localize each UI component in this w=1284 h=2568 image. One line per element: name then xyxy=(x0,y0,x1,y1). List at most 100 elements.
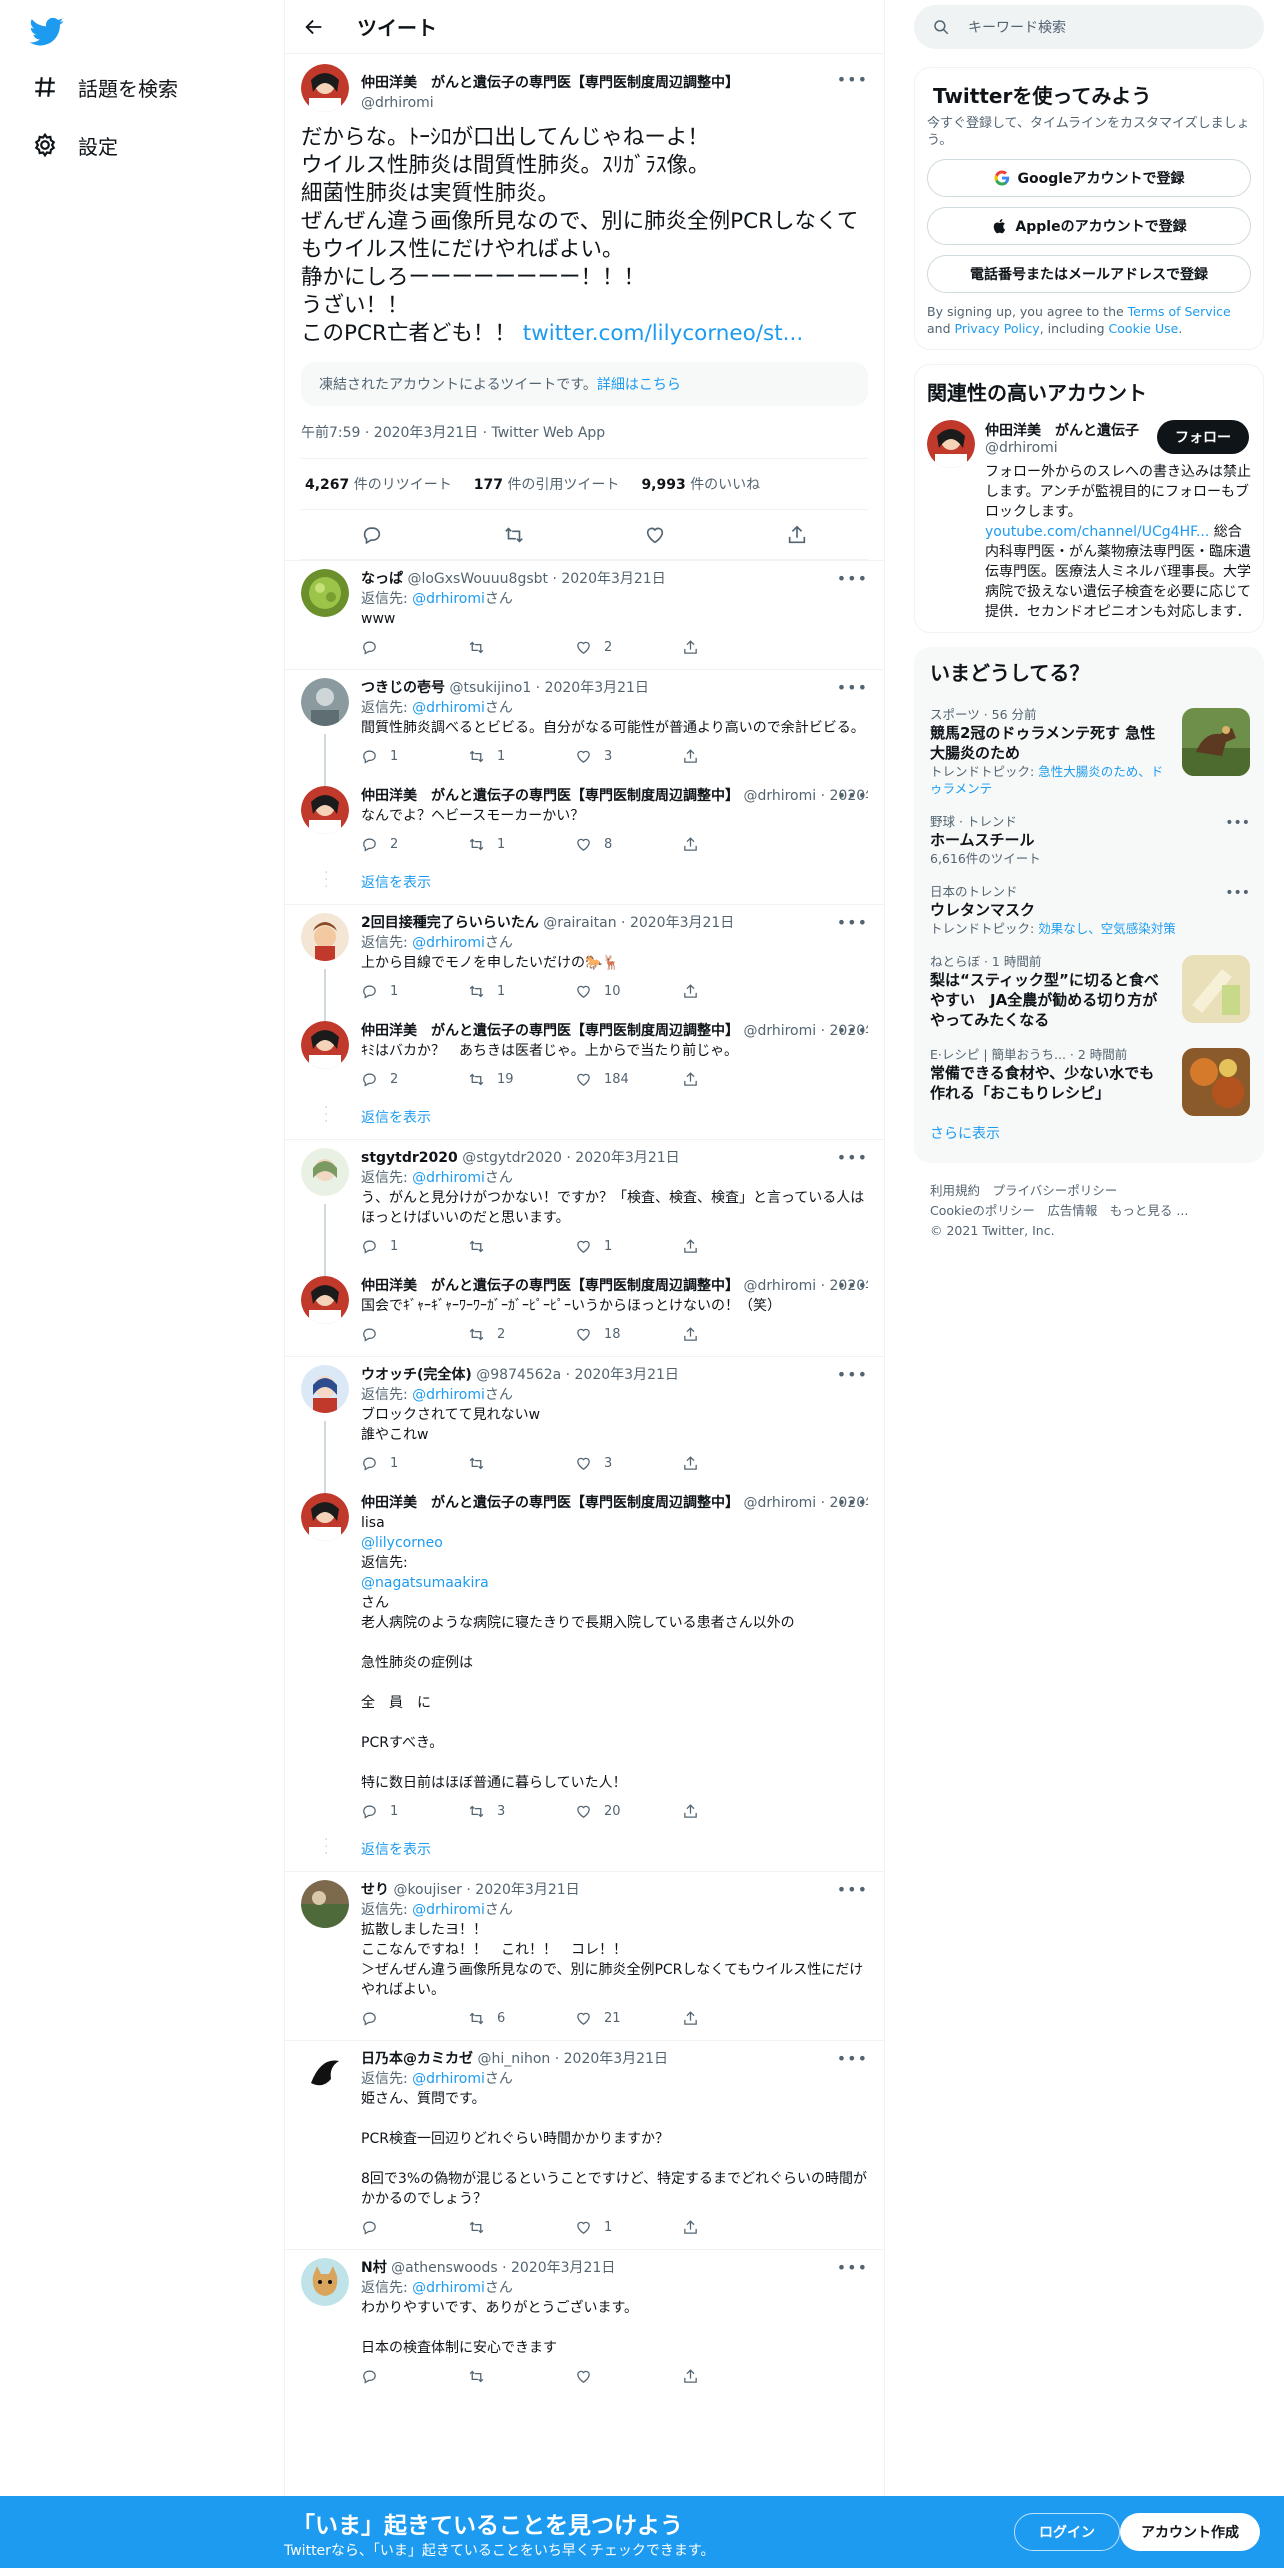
mention-link[interactable]: @drhiromi xyxy=(412,1170,485,1186)
avatar[interactable] xyxy=(301,786,349,834)
like-button[interactable]: 8 xyxy=(575,836,682,853)
tweet-header[interactable]: 仲田洋美 がんと遺伝子の専門医【専門医制度周辺調整中】 @drhiromi · … xyxy=(361,1493,868,1513)
more-icon[interactable]: ••• xyxy=(837,70,868,89)
show-replies-link[interactable]: · · · 返信を表示 xyxy=(285,1101,884,1139)
avatar[interactable] xyxy=(301,1276,349,1324)
more-icon[interactable]: ••• xyxy=(837,786,868,805)
reply-button[interactable] xyxy=(361,1326,468,1343)
tweet-header[interactable]: ウオッチ(完全体) @9874562a · 2020年3月21日 xyxy=(361,1365,868,1385)
share-button[interactable] xyxy=(682,836,789,853)
author-meta[interactable]: @rairaitan · 2020年3月21日 xyxy=(543,915,734,931)
like-button[interactable]: 3 xyxy=(575,748,682,765)
like-button[interactable]: 1 xyxy=(575,1238,682,1255)
mention-link[interactable]: @drhiromi xyxy=(412,2071,485,2087)
retweet-button[interactable]: 2 xyxy=(468,1326,575,1343)
reply-button[interactable]: 1 xyxy=(361,1238,468,1255)
trend-item[interactable]: ねとらぼ · 1 時間前 梨は“スティック型”に切ると食べやすい JA全農が勧める… xyxy=(914,945,1264,1038)
avatar[interactable] xyxy=(301,2049,349,2097)
reply-button[interactable]: 1 xyxy=(361,983,468,1000)
avatar[interactable] xyxy=(301,64,349,112)
more-icon[interactable]: ••• xyxy=(1225,815,1250,831)
reply-tweet[interactable]: ••• せり @koujiser · 2020年3月21日 返信先: @drhiro… xyxy=(285,1871,884,2040)
mention-link[interactable]: @nagatsumaakira xyxy=(361,1575,489,1591)
reply-button[interactable] xyxy=(361,2010,468,2027)
share-button[interactable] xyxy=(682,1326,789,1343)
nav-settings[interactable]: 設定 xyxy=(32,125,118,165)
focal-author-name[interactable]: 仲田洋美 がんと遺伝子の専門医【専門医制度周辺調整中】 xyxy=(361,72,739,92)
tweet-header[interactable]: せり @koujiser · 2020年3月21日 xyxy=(361,1880,868,1900)
author-meta[interactable]: @koujiser · 2020年3月21日 xyxy=(393,1882,579,1898)
related-bio-link[interactable]: youtube.com/channel/UCg4HF... xyxy=(985,524,1209,540)
cookie-link[interactable]: Cookie Use xyxy=(1109,321,1179,336)
author-meta[interactable]: @stgytdr2020 · 2020年3月21日 xyxy=(462,1150,679,1166)
mention-link[interactable]: @drhiromi xyxy=(412,1387,485,1403)
notice-link[interactable]: 詳細はこちら xyxy=(597,377,681,393)
focal-timestamp[interactable]: 午前7:59 · 2020年3月21日 · Twitter Web App xyxy=(301,406,868,459)
reply-button[interactable]: 1 xyxy=(361,1803,468,1820)
author-name[interactable]: せり xyxy=(361,1882,389,1898)
more-icon[interactable]: ••• xyxy=(837,913,868,932)
show-replies-link[interactable]: · · · 返信を表示 xyxy=(285,1833,884,1871)
reply-button[interactable] xyxy=(361,2368,468,2385)
share-button[interactable] xyxy=(682,1071,789,1088)
mention-link[interactable]: @drhiromi xyxy=(412,700,485,716)
author-meta[interactable]: @loGxsWouuu8gsbt · 2020年3月21日 xyxy=(407,571,665,587)
share-button[interactable] xyxy=(682,1803,789,1820)
avatar[interactable] xyxy=(301,678,349,726)
trend-thumbnail[interactable] xyxy=(1182,1048,1250,1116)
avatar[interactable] xyxy=(301,569,349,617)
retweet-button[interactable] xyxy=(468,1238,575,1255)
terms-link[interactable]: Terms of Service xyxy=(1128,304,1231,319)
avatar[interactable] xyxy=(301,1148,349,1196)
retweet-button[interactable] xyxy=(468,2219,575,2236)
retweet-button[interactable] xyxy=(468,2368,575,2385)
retweet-button[interactable]: 1 xyxy=(468,748,575,765)
search-input[interactable]: キーワード検索 xyxy=(914,5,1264,49)
tweet-header[interactable]: なっぱ @loGxsWouuu8gsbt · 2020年3月21日 xyxy=(361,569,868,589)
author-name[interactable]: つきじの壱号 xyxy=(361,680,445,696)
show-more-link[interactable]: さらに表示 xyxy=(914,1111,1264,1159)
tweet-header[interactable]: 日乃本@カミカゼ @hi_nihon · 2020年3月21日 xyxy=(361,2049,868,2069)
reply-tweet[interactable]: ••• 2回目接種完了らいらいたん @rairaitan · 2020年3月21日… xyxy=(285,904,884,1021)
more-icon[interactable]: ••• xyxy=(837,1148,868,1167)
reply-button[interactable] xyxy=(361,2219,468,2236)
author-name[interactable]: 仲田洋美 がんと遺伝子の専門医【専門医制度周辺調整中】 xyxy=(361,1278,739,1294)
mention-link[interactable]: @drhiromi xyxy=(412,591,485,607)
reply-tweet[interactable]: ••• なっぱ @loGxsWouuu8gsbt · 2020年3月21日 返信先:… xyxy=(285,560,884,669)
retweet-button[interactable]: 1 xyxy=(468,836,575,853)
avatar[interactable] xyxy=(301,1021,349,1069)
avatar[interactable] xyxy=(301,1493,349,1541)
tweet-header[interactable]: 2回目接種完了らいらいたん @rairaitan · 2020年3月21日 xyxy=(361,913,868,933)
author-name[interactable]: なっぱ xyxy=(361,571,403,587)
share-button[interactable] xyxy=(682,2368,789,2385)
more-icon[interactable]: ••• xyxy=(837,1493,868,1512)
share-button[interactable] xyxy=(682,1455,789,1472)
mention-link[interactable]: @lilycorneo xyxy=(361,1535,443,1551)
author-name[interactable]: 仲田洋美 がんと遺伝子の専門医【専門医制度周辺調整中】 xyxy=(361,1023,739,1039)
share-button[interactable] xyxy=(682,639,789,656)
tweet-header[interactable]: 仲田洋美 がんと遺伝子の専門医【専門医制度周辺調整中】 @drhiromi · … xyxy=(361,786,868,806)
more-icon[interactable]: ••• xyxy=(837,678,868,697)
focal-author-handle[interactable]: @drhiromi xyxy=(361,95,739,111)
reply-button[interactable]: 2 xyxy=(361,1071,468,1088)
author-name[interactable]: ウオッチ(完全体) xyxy=(361,1367,472,1383)
reply-tweet[interactable]: ••• N村 @athenswoods · 2020年3月21日 返信先: @drh… xyxy=(285,2249,884,2398)
login-button[interactable]: ログイン xyxy=(1014,2513,1120,2551)
reply-button[interactable]: 1 xyxy=(361,1455,468,1472)
reply-button[interactable]: 2 xyxy=(361,836,468,853)
reply-button[interactable] xyxy=(361,639,468,656)
avatar[interactable] xyxy=(301,1365,349,1413)
retweet-count[interactable]: 4,267 件のリツイート xyxy=(305,474,452,494)
related-account[interactable]: 仲田洋美 がんと遺伝子の専門医 @drhiromi フォロー外からのスレへの書き… xyxy=(927,420,1251,622)
share-button[interactable] xyxy=(682,1238,789,1255)
tweet-header[interactable]: 仲田洋美 がんと遺伝子の専門医【専門医制度周辺調整中】 @drhiromi · … xyxy=(361,1021,868,1041)
share-button[interactable] xyxy=(682,748,789,765)
reply-tweet[interactable]: ••• stgytdr2020 @stgytdr2020 · 2020年3月21日… xyxy=(285,1139,884,1276)
more-icon[interactable]: ••• xyxy=(837,569,868,588)
show-replies-link[interactable]: · · · 返信を表示 xyxy=(285,866,884,904)
reply-tweet[interactable]: ••• 日乃本@カミカゼ @hi_nihon · 2020年3月21日 返信先: @… xyxy=(285,2040,884,2249)
mention-link[interactable]: @drhiromi xyxy=(412,2280,485,2296)
author-meta[interactable]: @athenswoods · 2020年3月21日 xyxy=(391,2260,615,2276)
like-button[interactable]: 18 xyxy=(575,1326,682,1343)
quote-count[interactable]: 177 件の引用ツイート xyxy=(474,474,620,494)
